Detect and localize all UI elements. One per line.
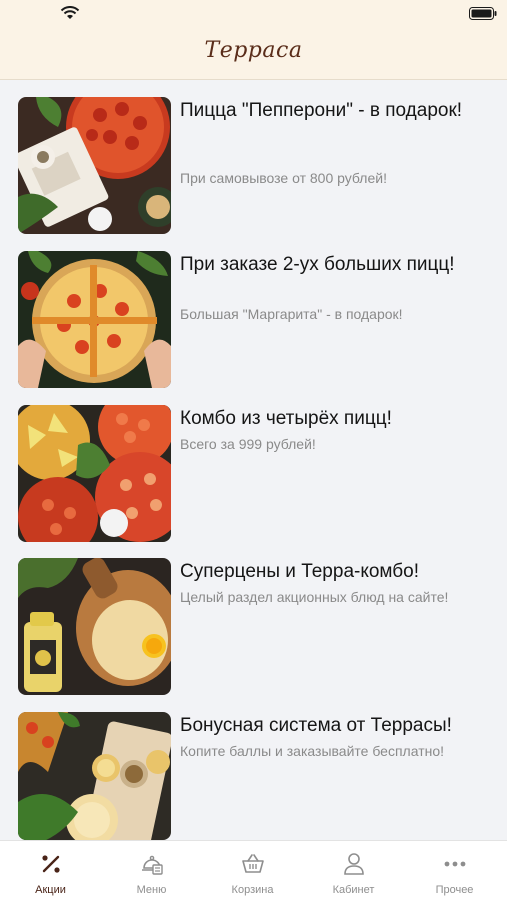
- promo-subtitle: Большая "Маргарита" - в подарок!: [180, 306, 403, 322]
- percent-icon: [42, 855, 60, 873]
- tab-label: Меню: [136, 884, 167, 896]
- promo-item-two-pizzas[interactable]: При заказе 2-ух больших пицц! Большая "М…: [18, 251, 498, 391]
- promo-image-superprices: [18, 558, 171, 695]
- tab-more[interactable]: Прочее: [404, 841, 505, 900]
- promo-title: Суперцены и Терра-комбо!: [180, 561, 420, 582]
- battery-icon: [469, 7, 497, 20]
- status-bar: [0, 0, 507, 28]
- promo-title: Пицца "Пепперони" - в подарок!: [180, 100, 463, 121]
- promo-item-superprices[interactable]: Суперцены и Терра-комбо! Целый раздел ак…: [18, 558, 498, 698]
- tab-label: Прочее: [435, 884, 474, 896]
- promo-subtitle: Целый раздел акционных блюд на сайте!: [180, 589, 449, 605]
- user-icon: [344, 853, 364, 875]
- app-header: Терраса: [0, 0, 507, 80]
- promo-item-pepperoni[interactable]: Пицца "Пепперони" - в подарок! При самов…: [18, 97, 498, 237]
- promo-subtitle: Всего за 999 рублей!: [180, 436, 316, 452]
- promo-title: При заказе 2-ух больших пицц!: [180, 254, 455, 275]
- tab-bar: Акции Меню Корзина Кабинет Прочее: [0, 840, 507, 900]
- tab-label: Корзина: [231, 884, 274, 896]
- tab-label: Кабинет: [332, 884, 375, 896]
- tab-label: Акции: [35, 884, 66, 896]
- tab-account[interactable]: Кабинет: [303, 841, 404, 900]
- promo-list: Пицца "Пепперони" - в подарок! При самов…: [0, 80, 507, 840]
- promo-image-combo-four: [18, 405, 171, 542]
- tab-promotions[interactable]: Акции: [0, 841, 101, 900]
- promo-title: Бонусная система от Террасы!: [180, 715, 452, 736]
- promo-subtitle: При самовывозе от 800 рублей!: [180, 170, 387, 186]
- promo-image-two-pizzas: [18, 251, 171, 388]
- promo-item-combo-four[interactable]: Комбо из четырёх пицц! Всего за 999 рубл…: [18, 405, 498, 545]
- more-dots-icon: [444, 861, 466, 867]
- promo-title: Комбо из четырёх пицц!: [180, 408, 392, 429]
- promo-image-bonus: [18, 712, 171, 840]
- promo-image-pepperoni: [18, 97, 171, 234]
- tab-cart[interactable]: Корзина: [202, 841, 303, 900]
- promo-item-bonus[interactable]: Бонусная система от Террасы! Копите балл…: [18, 712, 498, 840]
- menu-dish-icon: [142, 855, 163, 875]
- wifi-icon: [60, 6, 80, 19]
- promo-subtitle: Копите баллы и заказывайте бесплатно!: [180, 743, 445, 759]
- page-title: Терраса: [204, 38, 303, 63]
- tab-menu[interactable]: Меню: [101, 841, 202, 900]
- basket-icon: [242, 854, 264, 873]
